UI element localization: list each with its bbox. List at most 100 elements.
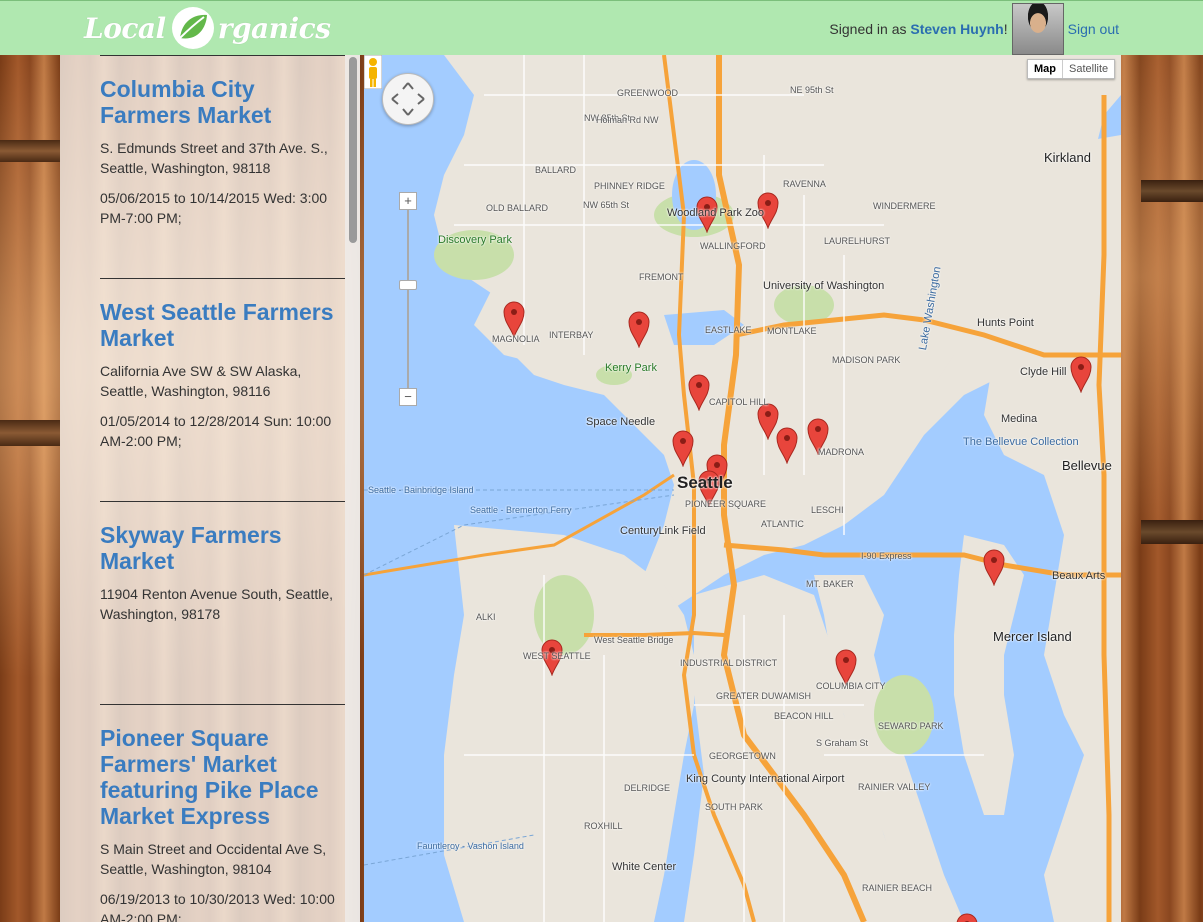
map-label-seattle: Seattle bbox=[677, 473, 733, 492]
market-name[interactable]: West Seattle Farmers Market bbox=[100, 299, 345, 351]
map-label-magnolia: MAGNOLIA bbox=[492, 334, 540, 344]
map-label-bremerton-ferry: Seattle - Bremerton Ferry bbox=[470, 505, 572, 515]
barrel-band bbox=[1141, 520, 1203, 544]
market-schedule: 01/05/2014 to 12/28/2014 Sun: 10:00 AM-2… bbox=[100, 413, 332, 449]
list-item[interactable]: Skyway Farmers Market 11904 Renton Avenu… bbox=[100, 501, 345, 634]
map-type-control[interactable]: Map Satellite bbox=[1027, 59, 1116, 79]
zoom-slider-thumb[interactable] bbox=[399, 280, 417, 290]
map-label-bainbridge-ferry: Seattle - Bainbridge Island bbox=[368, 485, 474, 495]
user-name[interactable]: Steven Huynh bbox=[910, 21, 1003, 37]
market-address: S. Edmunds Street and 37th Ave. S., Seat… bbox=[100, 140, 328, 176]
barrel-band bbox=[1141, 180, 1203, 202]
map-label-georgetown: GEORGETOWN bbox=[709, 751, 776, 761]
map-type-satellite-button[interactable]: Satellite bbox=[1062, 60, 1114, 78]
zoom-control[interactable]: + − bbox=[399, 192, 417, 407]
map-label-delridge: DELRIDGE bbox=[624, 783, 671, 793]
map-label-seward-park: SEWARD PARK bbox=[878, 721, 944, 731]
map-label-interbay: INTERBAY bbox=[549, 330, 594, 340]
map-label-madrona: MADRONA bbox=[818, 447, 865, 457]
street-view-pegman-icon[interactable] bbox=[364, 55, 382, 89]
map-label-roxhill: ROXHILL bbox=[584, 821, 623, 831]
list-item[interactable]: West Seattle Farmers Market California A… bbox=[100, 278, 345, 461]
map-label-leschi: LESCHI bbox=[811, 505, 844, 515]
market-marker[interactable] bbox=[672, 429, 694, 467]
map-canvas[interactable] bbox=[364, 55, 1121, 922]
market-name[interactable]: Pioneer Square Farmers' Market featuring… bbox=[100, 725, 345, 829]
signed-in-suffix: ! bbox=[1003, 20, 1008, 37]
map-label-montlake: MONTLAKE bbox=[767, 326, 817, 336]
map-label-beaux-arts: Beaux Arts bbox=[1052, 570, 1106, 582]
market-marker[interactable] bbox=[956, 912, 978, 922]
logo[interactable]: Local rganics bbox=[84, 7, 331, 49]
map-label-medina: Medina bbox=[1001, 413, 1038, 425]
market-marker[interactable] bbox=[776, 426, 798, 464]
top-header: Local rganics Signed in as Steven Huynh!… bbox=[0, 0, 1203, 55]
map-label-ravenna: RAVENNA bbox=[783, 179, 826, 189]
map-label-holman-rd: Holman Rd NW bbox=[596, 115, 659, 125]
market-marker[interactable] bbox=[503, 300, 525, 338]
map-label-greenwood: GREENWOOD bbox=[617, 88, 679, 98]
map-label-south-park: SOUTH PARK bbox=[705, 802, 763, 812]
map-label-centurylink: CenturyLink Field bbox=[620, 525, 706, 537]
map-label-atlantic: ATLANTIC bbox=[761, 519, 804, 529]
user-box: Signed in as Steven Huynh! Sign out bbox=[829, 1, 1119, 56]
map-label-alki: ALKI bbox=[476, 612, 496, 622]
map-view[interactable]: Seattle Bellevue Kirkland Mercer Island … bbox=[364, 55, 1121, 922]
market-schedule: 05/06/2015 to 10/14/2015 Wed: 3:00 PM-7:… bbox=[100, 190, 328, 226]
map-label-laurelhurst: LAURELHURST bbox=[824, 236, 891, 246]
map-label-kerry-park: Kerry Park bbox=[605, 362, 657, 374]
map-label-eastlake: EASTLAKE bbox=[705, 325, 752, 335]
sidebar-scroll-thumb[interactable] bbox=[349, 57, 357, 243]
market-address: 11904 Renton Avenue South, Seattle, Wash… bbox=[100, 586, 334, 622]
market-marker[interactable] bbox=[983, 548, 1005, 586]
logo-text-local: Local bbox=[84, 11, 166, 45]
sign-out-link[interactable]: Sign out bbox=[1068, 21, 1119, 37]
map-label-white-center: White Center bbox=[612, 861, 677, 873]
pan-arrows-icon bbox=[391, 82, 425, 116]
map-label-madison-park: MADISON PARK bbox=[832, 355, 901, 365]
list-item[interactable]: Columbia City Farmers Market S. Edmunds … bbox=[100, 55, 345, 238]
logo-text-rganics: rganics bbox=[217, 11, 331, 45]
map-label-nw-65th: NW 65th St bbox=[583, 200, 630, 210]
barrel-band bbox=[0, 420, 60, 446]
signed-in-label: Signed in as bbox=[829, 20, 907, 37]
map-label-columbia-city: COLUMBIA CITY bbox=[816, 681, 886, 691]
barrel-band bbox=[0, 140, 60, 162]
market-marker[interactable] bbox=[1070, 355, 1092, 393]
leaf-icon bbox=[171, 7, 214, 49]
map-label-old-ballard: OLD BALLARD bbox=[486, 203, 549, 213]
map-label-mt-baker: MT. BAKER bbox=[806, 579, 854, 589]
map-label-fremont: FREMONT bbox=[639, 272, 684, 282]
zoom-in-button[interactable]: + bbox=[399, 192, 417, 210]
map-label-windermere: WINDERMERE bbox=[873, 201, 936, 211]
market-name[interactable]: Columbia City Farmers Market bbox=[100, 76, 345, 128]
map-label-kirkland: Kirkland bbox=[1044, 150, 1091, 165]
market-marker[interactable] bbox=[688, 373, 710, 411]
map-label-vashon-ferry: Fauntleroy - Vashon Island bbox=[417, 841, 524, 851]
map-label-woodland-park-zoo: Woodland Park Zoo bbox=[667, 207, 765, 219]
map-label-rainier-beach: RAINIER BEACH bbox=[862, 883, 933, 893]
pan-control[interactable] bbox=[382, 73, 434, 125]
market-schedule: 06/19/2013 to 10/30/2013 Wed: 10:00 AM-2… bbox=[100, 891, 335, 922]
map-label-industrial-district: INDUSTRIAL DISTRICT bbox=[680, 658, 778, 668]
map-label-ballard: BALLARD bbox=[535, 165, 577, 175]
market-list[interactable]: Columbia City Farmers Market S. Edmunds … bbox=[60, 55, 360, 922]
map-label-s-graham-st: S Graham St bbox=[816, 738, 869, 748]
avatar[interactable] bbox=[1011, 2, 1064, 55]
map-label-ne-95th: NE 95th St bbox=[790, 85, 834, 95]
map-label-i90-express: I-90 Express bbox=[861, 551, 912, 561]
map-type-map-button[interactable]: Map bbox=[1028, 60, 1062, 78]
map-label-discovery-park: Discovery Park bbox=[438, 234, 512, 246]
market-address: California Ave SW & SW Alaska, Seattle, … bbox=[100, 363, 302, 399]
map-label-wallingford: WALLINGFORD bbox=[700, 241, 766, 251]
map-label-phinney-ridge: PHINNEY RIDGE bbox=[594, 181, 665, 191]
map-label-beacon-hill: BEACON HILL bbox=[774, 711, 834, 721]
zoom-out-button[interactable]: − bbox=[399, 388, 417, 406]
zoom-slider-track[interactable] bbox=[407, 210, 409, 388]
market-marker[interactable] bbox=[628, 310, 650, 348]
map-label-university: University of Washington bbox=[763, 280, 885, 292]
market-address: S Main Street and Occidental Ave S, Seat… bbox=[100, 841, 327, 877]
market-name[interactable]: Skyway Farmers Market bbox=[100, 522, 345, 574]
map-label-west-seattle-bridge: West Seattle Bridge bbox=[594, 635, 674, 645]
list-item[interactable]: Pioneer Square Farmers' Market featuring… bbox=[100, 704, 345, 922]
